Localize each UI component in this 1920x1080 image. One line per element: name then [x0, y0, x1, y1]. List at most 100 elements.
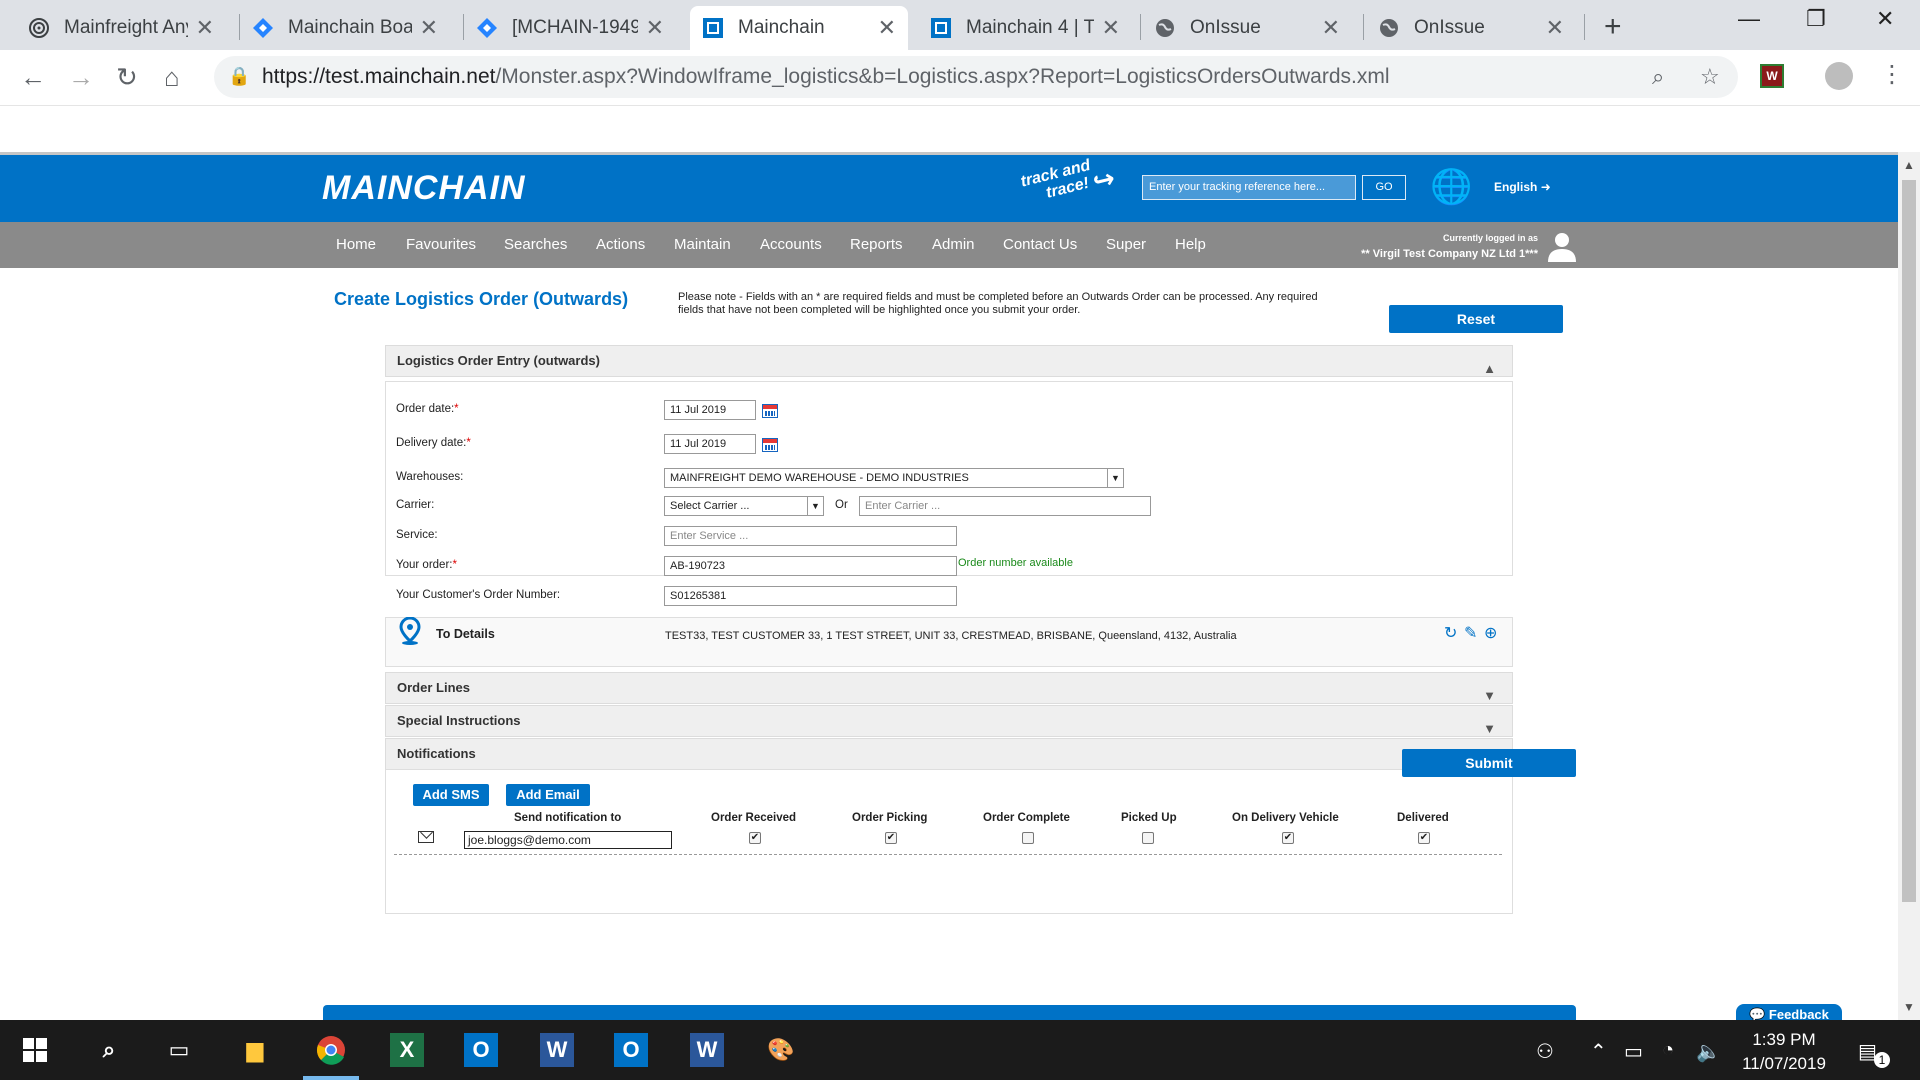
task-view-icon[interactable]: ▭ — [162, 1033, 196, 1067]
checkbox-order-complete[interactable] — [1022, 832, 1034, 844]
order-lines-header[interactable]: Order Lines ▼ — [385, 672, 1513, 704]
go-button[interactable]: GO — [1362, 175, 1406, 200]
window-close-icon[interactable]: ✕ — [1876, 6, 1894, 32]
checkbox-order-received[interactable]: ✔ — [749, 832, 761, 844]
feedback-button[interactable]: 💬 Feedback — [1736, 1004, 1842, 1020]
your-order-input[interactable]: AB-190723 — [664, 556, 957, 576]
windows-start-icon[interactable] — [18, 1033, 52, 1067]
carrier-select[interactable]: Select Carrier ... ▼ — [664, 496, 824, 516]
extension-icon[interactable]: W — [1760, 64, 1784, 88]
your-order-label: Your order:* — [396, 559, 457, 571]
notification-email-input[interactable]: joe.bloggs@demo.com — [464, 831, 672, 849]
close-icon[interactable]: ✕ — [420, 15, 438, 41]
nav-contact-us[interactable]: Contact Us — [1003, 236, 1077, 253]
battery-icon[interactable]: ▭ — [1624, 1039, 1643, 1064]
mainchain-logo[interactable]: MAINCHAIN — [322, 169, 526, 208]
tab-separator — [1140, 14, 1141, 40]
page-title: Create Logistics Order (Outwards) — [334, 289, 629, 309]
address-bar[interactable]: 🔒 https://test.mainchain.net/Monster.asp… — [214, 56, 1738, 98]
profile-avatar-icon[interactable] — [1825, 62, 1853, 90]
dropdown-arrow-icon[interactable]: ▼ — [1107, 469, 1123, 487]
search-icon[interactable]: ⌕ — [92, 1033, 126, 1067]
tracking-reference-input[interactable]: Enter your tracking reference here... — [1142, 175, 1356, 200]
browser-tab[interactable]: Mainchain 4 | Tr ✕ — [918, 6, 1132, 50]
people-icon[interactable]: ⚇ — [1536, 1039, 1554, 1064]
zoom-icon[interactable]: ⌕ — [1652, 64, 1664, 90]
add-email-button[interactable]: Add Email — [506, 784, 590, 806]
nav-accounts[interactable]: Accounts — [760, 236, 822, 253]
volume-icon[interactable]: 🔈 — [1696, 1039, 1721, 1064]
menu-kebab-icon[interactable]: ⋮ — [1880, 60, 1904, 89]
wifi-icon[interactable]: ◔ — [1662, 1039, 1674, 1062]
refresh-icon[interactable]: ↻ — [1444, 623, 1457, 643]
forward-icon[interactable]: → — [68, 62, 94, 93]
close-icon[interactable]: ✕ — [1102, 15, 1120, 41]
close-icon[interactable]: ✕ — [646, 15, 664, 41]
nav-home[interactable]: Home — [336, 236, 376, 253]
home-icon[interactable]: ⌂ — [164, 62, 180, 93]
browser-tab[interactable]: [MCHAIN-1949] ✕ — [464, 6, 676, 50]
nav-maintain[interactable]: Maintain — [674, 236, 731, 253]
close-icon[interactable]: ✕ — [196, 15, 214, 41]
nav-admin[interactable]: Admin — [932, 236, 975, 253]
chrome-icon[interactable] — [314, 1033, 348, 1067]
order-date-input[interactable]: 11 Jul 2019 — [664, 400, 756, 420]
word-icon[interactable]: W — [540, 1033, 574, 1067]
edit-icon[interactable]: ✎ — [1464, 623, 1477, 643]
file-explorer-icon[interactable]: ▆ — [238, 1033, 272, 1067]
special-instructions-header[interactable]: Special Instructions ▼ — [385, 705, 1513, 737]
outlook-icon[interactable]: O — [464, 1033, 498, 1067]
warehouse-select[interactable]: MAINFREIGHT DEMO WAREHOUSE - DEMO INDUST… — [664, 468, 1124, 488]
close-icon[interactable]: ✕ — [1322, 15, 1340, 41]
browser-tab[interactable]: OnIssue ✕ — [1142, 6, 1352, 50]
browser-tab-active[interactable]: Mainchain ✕ — [690, 6, 908, 50]
customer-order-input[interactable]: S01265381 — [664, 586, 957, 606]
scroll-up-icon[interactable]: ▲ — [1903, 158, 1915, 172]
nav-reports[interactable]: Reports — [850, 236, 903, 253]
page-scrollbar[interactable]: ▲ ▼ — [1898, 152, 1920, 1020]
calendar-icon[interactable] — [762, 404, 778, 418]
user-icon[interactable] — [1544, 231, 1576, 263]
caret-up-icon[interactable]: ▲ — [1483, 354, 1496, 384]
calendar-icon[interactable] — [762, 438, 778, 452]
excel-icon[interactable]: X — [390, 1033, 424, 1067]
checkbox-order-picking[interactable]: ✔ — [885, 832, 897, 844]
carrier-input[interactable]: Enter Carrier ... — [859, 496, 1151, 516]
nav-actions[interactable]: Actions — [596, 236, 645, 253]
back-icon[interactable]: ← — [20, 62, 46, 93]
checkbox-picked-up[interactable] — [1142, 832, 1154, 844]
add-circle-icon[interactable]: ⊕ — [1484, 623, 1497, 643]
nav-searches[interactable]: Searches — [504, 236, 567, 253]
browser-tab[interactable]: Mainchain Boarc ✕ — [240, 6, 450, 50]
system-clock[interactable]: 1:39 PM 11/07/2019 — [1734, 1028, 1834, 1076]
star-icon[interactable]: ☆ — [1700, 64, 1720, 90]
paint-icon[interactable]: 🎨 — [764, 1033, 798, 1067]
order-entry-header[interactable]: Logistics Order Entry (outwards) ▲ — [385, 345, 1513, 377]
language-selector[interactable]: English ➜ — [1494, 180, 1551, 194]
delivery-date-input[interactable]: 11 Jul 2019 — [664, 434, 756, 454]
outlook-icon[interactable]: O — [614, 1033, 648, 1067]
restore-icon[interactable]: ❐ — [1806, 6, 1826, 32]
add-sms-button[interactable]: Add SMS — [413, 784, 489, 806]
close-icon[interactable]: ✕ — [1546, 15, 1564, 41]
new-tab-icon[interactable]: + — [1604, 10, 1622, 44]
reload-icon[interactable]: ↻ — [116, 62, 138, 93]
word-icon[interactable]: W — [690, 1033, 724, 1067]
notifications-header[interactable]: Notifications — [385, 738, 1513, 770]
nav-super[interactable]: Super — [1106, 236, 1146, 253]
nav-help[interactable]: Help — [1175, 236, 1206, 253]
checkbox-delivered[interactable]: ✔ — [1418, 832, 1430, 844]
dropdown-arrow-icon[interactable]: ▼ — [807, 497, 823, 515]
checkbox-on-delivery-vehicle[interactable]: ✔ — [1282, 832, 1294, 844]
nav-favourites[interactable]: Favourites — [406, 236, 476, 253]
submit-button[interactable]: Submit — [1402, 749, 1576, 777]
chevron-up-icon[interactable]: ⌃ — [1590, 1039, 1607, 1064]
reset-button[interactable]: Reset — [1389, 305, 1563, 333]
service-input[interactable]: Enter Service ... — [664, 526, 957, 546]
browser-tab[interactable]: OnIssue ✕ — [1366, 6, 1576, 50]
scrollbar-thumb[interactable] — [1902, 180, 1916, 902]
scroll-down-icon[interactable]: ▼ — [1903, 1000, 1915, 1014]
browser-tab[interactable]: Mainfreight Any ✕ — [16, 6, 226, 50]
minimize-icon[interactable]: — — [1738, 6, 1760, 32]
close-icon[interactable]: ✕ — [878, 15, 896, 41]
